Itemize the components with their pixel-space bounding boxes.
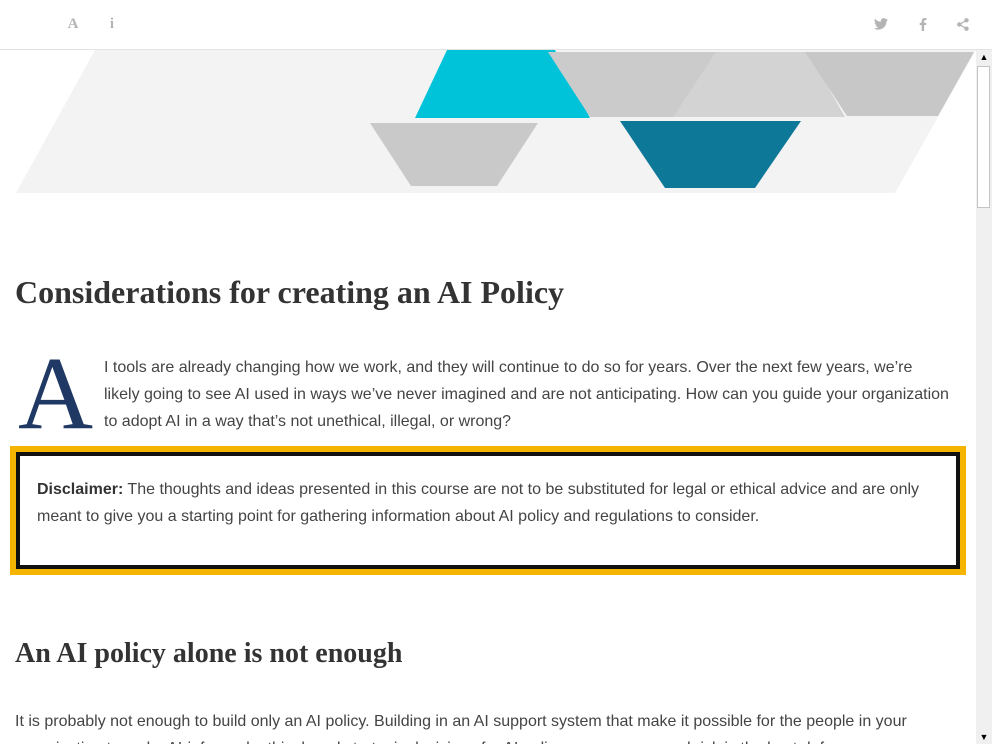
share-button[interactable] — [951, 12, 975, 36]
lesson-content: Considerations for creating an AI Policy… — [0, 50, 976, 744]
facebook-icon — [919, 17, 927, 31]
font-size-button[interactable]: A — [61, 12, 85, 36]
intro-paragraph: I tools are already changing how we work… — [104, 359, 949, 430]
scroll-down-arrow[interactable]: ▼ — [976, 730, 992, 744]
share-icon — [957, 17, 969, 31]
scroll-up-arrow[interactable]: ▲ — [976, 50, 992, 64]
banner-image — [16, 50, 976, 193]
font-size-icon: A — [67, 15, 79, 32]
twitter-button[interactable] — [869, 12, 893, 36]
disclaimer-label: Disclaimer: — [37, 481, 124, 498]
facebook-button[interactable] — [911, 12, 935, 36]
drop-cap: A — [18, 336, 94, 451]
page-title: Considerations for creating an AI Policy — [15, 274, 565, 310]
twitter-icon — [874, 18, 888, 30]
vertical-scrollbar[interactable]: ▲ ▼ — [976, 50, 992, 744]
toolbar: A i — [0, 0, 992, 50]
info-icon: i — [109, 15, 115, 32]
disclaimer-content: Disclaimer: The thoughts and ideas prese… — [16, 452, 960, 569]
section-heading: An AI policy alone is not enough — [15, 638, 403, 669]
scroll-thumb[interactable] — [977, 66, 990, 208]
disclaimer-box: Disclaimer: The thoughts and ideas prese… — [10, 446, 966, 575]
disclaimer-text: The thoughts and ideas presented in this… — [37, 481, 920, 525]
body-paragraph: It is probably not enough to build only … — [15, 713, 907, 744]
info-button[interactable]: i — [100, 12, 124, 36]
